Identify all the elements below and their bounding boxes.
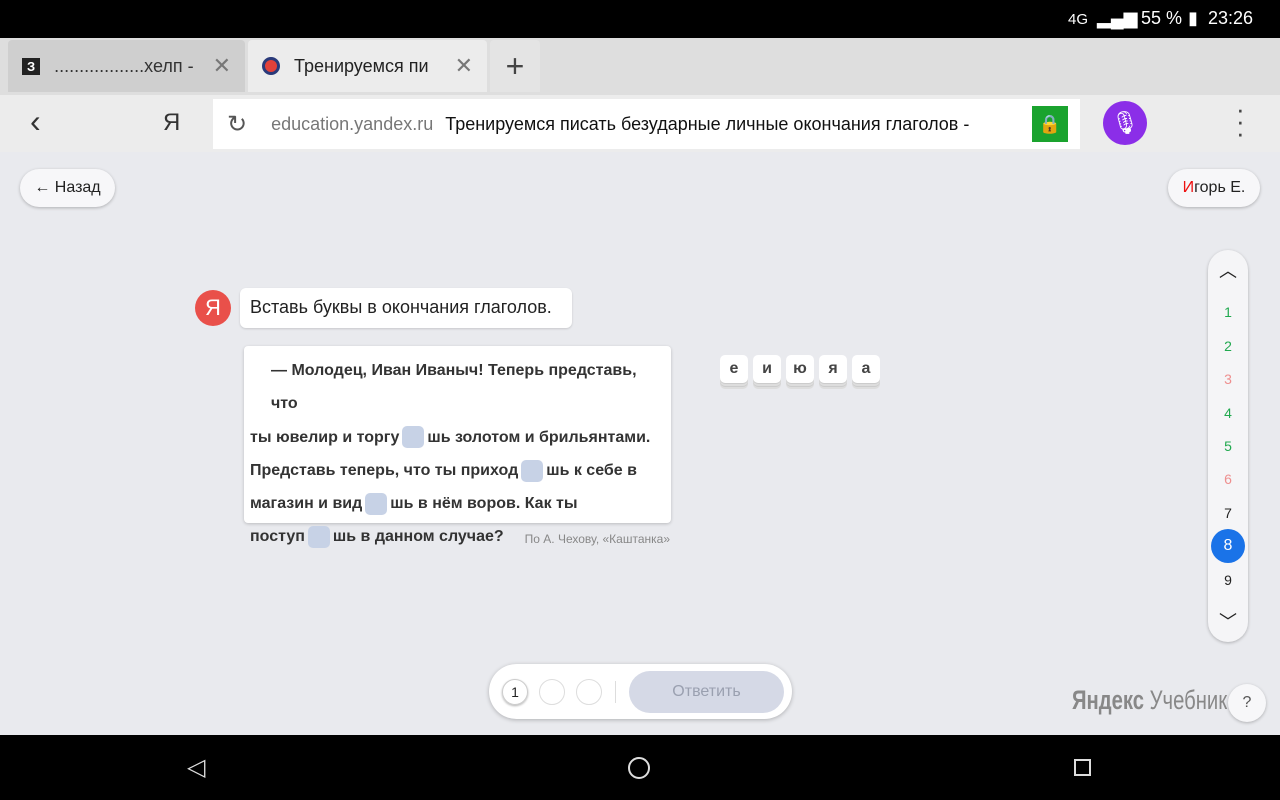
letter-tile[interactable]: а <box>852 355 880 383</box>
letter-tile[interactable]: ю <box>786 355 814 383</box>
letter-tile[interactable]: и <box>753 355 781 383</box>
blank-slot[interactable] <box>365 492 388 515</box>
yandex-edu-icon <box>262 57 280 75</box>
page-2-button[interactable]: 2 <box>1211 329 1245 363</box>
text-fragment: ты ювелир и торгу <box>250 428 400 446</box>
tab-inactive[interactable]: З ..................хелп - ✕ <box>8 40 245 92</box>
letter-tile[interactable]: е <box>720 355 748 383</box>
close-icon[interactable]: ✕ <box>213 53 231 79</box>
text-line: — Молодец, Иван Иваныч! Теперь представь… <box>271 362 637 413</box>
nav-recents-icon[interactable] <box>1074 759 1091 776</box>
nav-back-icon[interactable]: ◁ <box>187 753 205 782</box>
brand-logo: Яндекс Учебник <box>1072 685 1227 716</box>
nav-home-icon[interactable] <box>628 757 650 779</box>
brand-part: Яндекс <box>1072 685 1145 715</box>
url-field[interactable]: ↻ education.yandex.ru Тренируемся писать… <box>213 99 1080 149</box>
signal-icon: ▂▄▆ <box>1097 8 1138 28</box>
reload-icon[interactable]: ↻ <box>227 110 247 139</box>
blank-slot[interactable] <box>307 526 330 549</box>
page-7-button[interactable]: 7 <box>1211 496 1245 530</box>
blank-slot[interactable] <box>521 459 544 482</box>
brand-part: Учебник <box>1149 685 1228 715</box>
battery-level: 55 % <box>1141 8 1183 28</box>
close-icon[interactable]: ✕ <box>455 53 473 79</box>
chevron-down-icon[interactable]: ﹀ <box>1211 604 1245 638</box>
attempt-indicator: 1 <box>502 678 528 705</box>
tab-title: ..................хелп - <box>54 55 194 76</box>
task-pager: ︿ 123456789 ﹀ <box>1208 250 1248 642</box>
answer-bar: 1 Ответить <box>489 664 792 719</box>
user-initial: И <box>1182 179 1195 196</box>
tab-bar: З ..................хелп - ✕ Тренируемся… <box>0 38 1280 95</box>
page-4-button[interactable]: 4 <box>1211 396 1245 430</box>
text-fragment: магазин и вид <box>250 495 363 513</box>
help-button[interactable]: ? <box>1228 684 1266 722</box>
user-name: горь Е. <box>1194 179 1246 196</box>
avatar: Я <box>195 290 231 326</box>
page-title: Тренируемся писать безударные личные око… <box>445 113 970 134</box>
page-9-button[interactable]: 9 <box>1211 563 1245 597</box>
tab-active[interactable]: Тренируемся пи ✕ <box>248 40 487 92</box>
menu-icon[interactable]: · · · <box>1236 96 1245 146</box>
battery-icon: ▮ <box>1188 8 1198 28</box>
attempt-indicator <box>539 678 565 705</box>
exercise-text: — Молодец, Иван Иваныч! Теперь представь… <box>244 346 671 549</box>
page-1-button[interactable]: 1 <box>1211 295 1245 329</box>
status-bar: 4G ▂▄▆ 55 % ▮ 23:26 <box>0 0 1280 38</box>
back-button[interactable]: ← Назад <box>20 169 115 207</box>
back-icon[interactable]: ‹ <box>30 103 41 140</box>
yandex-logo[interactable]: Я <box>163 109 180 137</box>
instruction-bubble: Вставь буквы в окончания глаголов. <box>240 288 572 328</box>
page-5-button[interactable]: 5 <box>1211 429 1245 463</box>
new-tab-button[interactable]: + <box>490 40 540 92</box>
text-fragment: Представь теперь, что ты приход <box>250 461 519 479</box>
divider <box>615 680 616 703</box>
lock-icon[interactable]: 🔒 <box>1032 106 1068 142</box>
text-fragment: шь золотом и брильянтами. <box>427 428 651 446</box>
page-6-button[interactable]: 6 <box>1211 462 1245 496</box>
text-fragment: поступ <box>250 528 305 546</box>
page-8-button[interactable]: 8 <box>1211 529 1245 564</box>
letter-tile[interactable]: я <box>819 355 847 383</box>
source-citation: По А. Чехову, «Каштанка» <box>524 532 670 546</box>
tab-title: Тренируемся пи <box>294 55 429 76</box>
user-button[interactable]: Игорь Е. <box>1168 169 1260 207</box>
text-fragment: шь к себе в <box>546 461 637 479</box>
url-host: education.yandex.ru <box>271 113 434 134</box>
site-icon: З <box>22 57 41 75</box>
attempt-indicator <box>576 678 602 705</box>
chevron-up-icon[interactable]: ︿ <box>1211 252 1245 288</box>
microphone-icon[interactable]: 🎙 <box>1103 101 1147 145</box>
android-nav-bar: ◁ <box>0 735 1280 800</box>
network-type: 4G <box>1068 11 1089 28</box>
letter-choices: е и ю я а <box>720 355 885 383</box>
page-3-button[interactable]: 3 <box>1211 362 1245 396</box>
answer-button[interactable]: Ответить <box>629 670 784 713</box>
clock: 23:26 <box>1208 8 1254 28</box>
blank-slot[interactable] <box>402 426 425 449</box>
text-fragment: шь в нём воров. Как ты <box>390 495 578 513</box>
